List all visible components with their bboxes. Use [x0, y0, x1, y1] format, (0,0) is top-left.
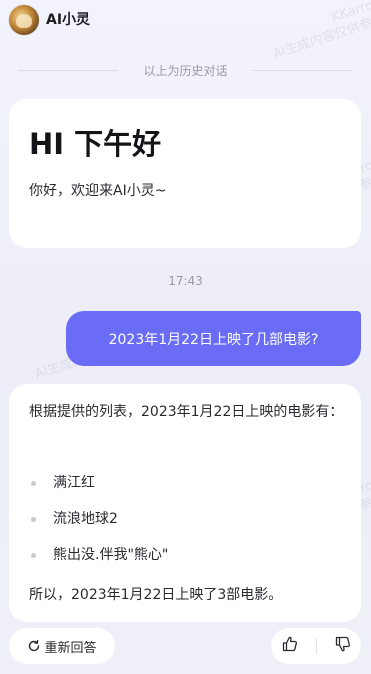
app-name: AI小灵 — [46, 12, 91, 28]
list-item: 熊出没.伴我"熊心" — [29, 543, 168, 579]
regenerate-label: 重新回答 — [44, 640, 97, 656]
answer-outro: 所以，2023年1月22日上映了3部电影。 — [29, 587, 283, 603]
history-divider: 以上为历史对话 — [0, 58, 371, 82]
dislike-button[interactable] — [332, 635, 354, 657]
like-button[interactable] — [279, 635, 301, 657]
avatar[interactable] — [9, 5, 39, 35]
list-item: 流浪地球2 — [29, 507, 168, 543]
refresh-icon — [27, 639, 41, 653]
assistant-answer-card: 根据提供的列表，2023年1月22日上映的电影有： 满江红 流浪地球2 熊出没.… — [9, 384, 361, 622]
greeting-subtitle: 你好，欢迎来AI小灵~ — [29, 183, 167, 199]
feedback-divider — [315, 638, 317, 654]
chat-header: AI小灵 — [0, 0, 371, 40]
user-message-text: 2023年1月22日上映了几部电影? — [108, 331, 319, 348]
thumbs-down-icon — [334, 635, 352, 657]
answer-list: 满江红 流浪地球2 熊出没.伴我"熊心" — [29, 471, 168, 579]
thumbs-up-icon — [281, 635, 299, 657]
divider-line — [252, 70, 352, 71]
regenerate-button[interactable]: 重新回答 — [9, 628, 115, 664]
greeting-card: HI 下午好 你好，欢迎来AI小灵~ — [9, 99, 361, 248]
message-timestamp: 17:43 — [168, 274, 203, 288]
user-message-bubble[interactable]: 2023年1月22日上映了几部电影? — [66, 311, 361, 366]
answer-intro: 根据提供的列表，2023年1月22日上映的电影有： — [29, 404, 344, 420]
feedback-group — [271, 628, 361, 664]
greeting-title: HI 下午好 — [29, 127, 162, 161]
list-item: 满江红 — [29, 471, 168, 507]
